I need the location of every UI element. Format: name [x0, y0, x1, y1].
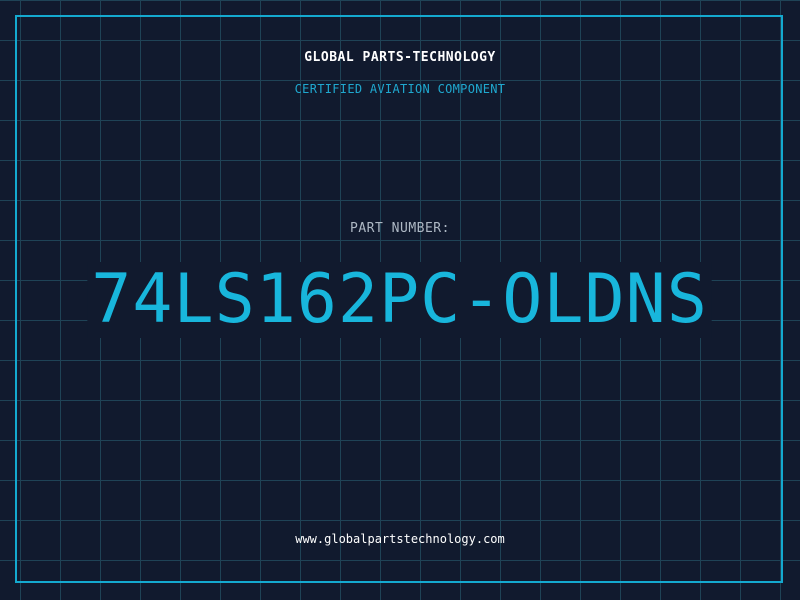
certificate-canvas: GLOBAL PARTS-TECHNOLOGY CERTIFIED AVIATI…: [0, 0, 800, 600]
company-name: GLOBAL PARTS-TECHNOLOGY: [304, 50, 496, 65]
part-number-value: 74LS162PC-OLDNS: [87, 262, 713, 338]
website-url: www.globalpartstechnology.com: [295, 532, 505, 546]
part-number-container: 74LS162PC-OLDNS: [0, 262, 800, 338]
certification-subtitle: CERTIFIED AVIATION COMPONENT: [294, 82, 506, 96]
part-number-label: PART NUMBER:: [350, 221, 450, 236]
